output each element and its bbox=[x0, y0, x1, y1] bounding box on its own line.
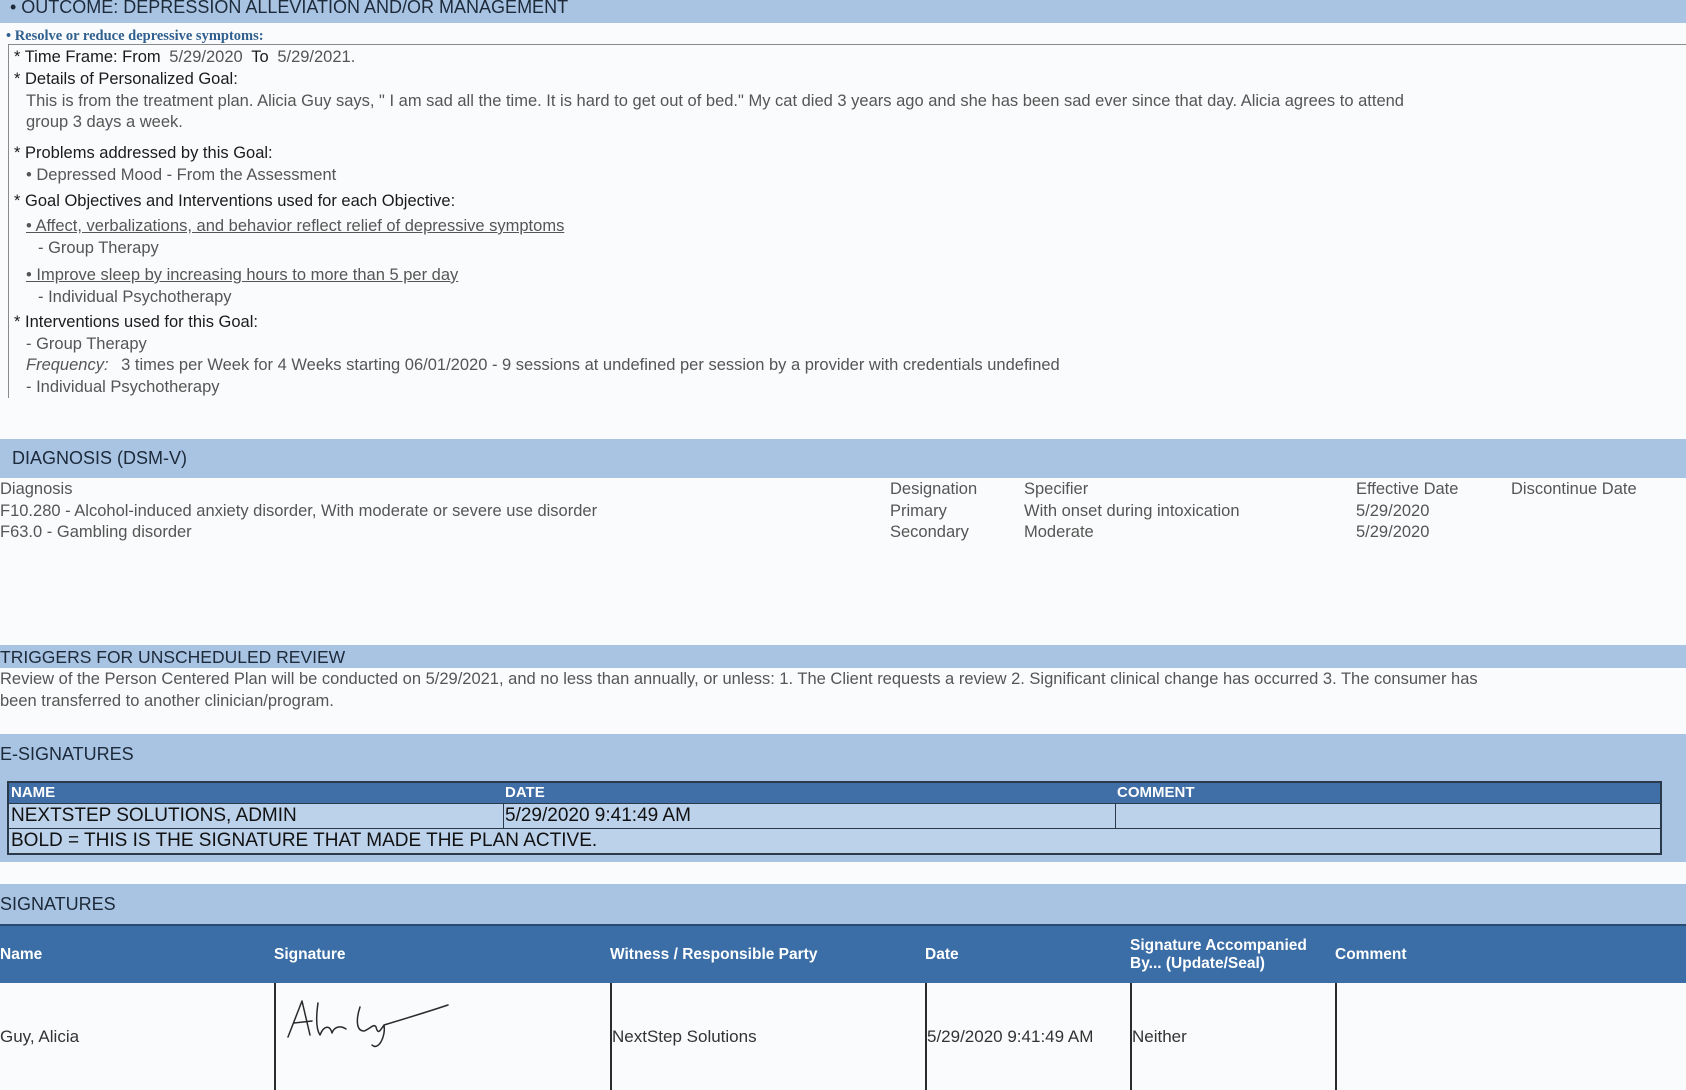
intervention-item: - Group Therapy bbox=[26, 335, 147, 353]
diagnosis-header-band: DIAGNOSIS (DSM-V) bbox=[0, 439, 1686, 478]
signatures-header: SIGNATURES bbox=[0, 894, 116, 914]
outcome-header: • OUTCOME: DEPRESSION ALLEVIATION AND/OR… bbox=[10, 0, 569, 17]
diagnosis-col-header: Diagnosis bbox=[0, 480, 73, 498]
sig-witness-cell: NextStep Solutions bbox=[612, 1026, 757, 1046]
signatures-header-band: SIGNATURES bbox=[0, 884, 1686, 924]
outcome-header-band: • OUTCOME: DEPRESSION ALLEVIATION AND/OR… bbox=[0, 0, 1686, 23]
signatures-table-header: Name Signature Witness / Responsible Par… bbox=[0, 924, 1686, 983]
frequency-text: 3 times per Week for 4 Weeks starting 06… bbox=[121, 356, 1060, 374]
diagnosis-header: DIAGNOSIS (DSM-V) bbox=[12, 448, 188, 468]
time-frame-to-label: To bbox=[251, 48, 269, 66]
table-row: NEXTSTEP SOLUTIONS, ADMIN 5/29/2020 9:41… bbox=[9, 804, 1660, 829]
objective-link[interactable]: • Improve sleep by increasing hours to m… bbox=[26, 266, 458, 285]
time-frame-from: 5/29/2020 bbox=[169, 48, 243, 66]
specifier-cell: With onset during intoxication bbox=[1024, 502, 1240, 520]
sig-comment-col-header: Comment bbox=[1335, 945, 1407, 963]
sig-signature-col-header: Signature bbox=[274, 945, 346, 963]
specifier-cell: Moderate bbox=[1024, 523, 1094, 541]
sig-name-col-header: Name bbox=[0, 945, 43, 963]
triggers-header: TRIGGERS FOR UNSCHEDULED REVIEW bbox=[0, 647, 346, 667]
sig-name-cell: Guy, Alicia bbox=[0, 1026, 80, 1046]
diagnosis-cell: F10.280 - Alcohol-induced anxiety disord… bbox=[0, 502, 598, 520]
time-frame-from-label: * Time Frame: From bbox=[14, 48, 161, 66]
time-frame-to: 5/29/2021. bbox=[277, 48, 356, 66]
date-col-header: DATE bbox=[505, 784, 545, 801]
esignatures-header-row: NAME DATE COMMENT bbox=[9, 783, 1660, 804]
triggers-text-1: Review of the Person Centered Plan will … bbox=[0, 670, 1478, 688]
esig-note: BOLD = THIS IS THE SIGNATURE THAT MADE T… bbox=[11, 830, 598, 851]
effective-date-col-header: Effective Date bbox=[1356, 480, 1459, 498]
outcome-goal-line: • Resolve or reduce depressive symptoms: bbox=[6, 28, 264, 44]
esig-name-cell: NEXTSTEP SOLUTIONS, ADMIN bbox=[11, 805, 297, 826]
designation-col-header: Designation bbox=[890, 480, 978, 498]
designation-cell: Primary bbox=[890, 502, 947, 520]
triggers-text-2: been transferred to another clinician/pr… bbox=[0, 692, 334, 710]
designation-cell: Secondary bbox=[890, 523, 969, 541]
sig-accompanied-col-header: Signature Accompanied By... (Update/Seal… bbox=[1130, 936, 1307, 972]
diagnosis-cell: F63.0 - Gambling disorder bbox=[0, 523, 192, 541]
triggers-header-band: TRIGGERS FOR UNSCHEDULED REVIEW bbox=[0, 645, 1686, 668]
frequency-label: Frequency: bbox=[26, 356, 109, 374]
table-row: Guy, Alicia NextStep Solutions 5/29/2020… bbox=[0, 983, 1686, 1090]
esig-comment-cell bbox=[1115, 804, 1117, 828]
column-divider bbox=[274, 983, 276, 1090]
details-text-1: This is from the treatment plan. Alicia … bbox=[26, 92, 1404, 110]
objectives-label: * Goal Objectives and Interventions used… bbox=[14, 192, 456, 210]
name-col-header: NAME bbox=[11, 784, 56, 801]
time-frame: * Time Frame: From 5/29/2020 To 5/29/202… bbox=[14, 48, 355, 67]
objective-intervention: - Individual Psychotherapy bbox=[38, 288, 232, 306]
discontinue-date-col-header: Discontinue Date bbox=[1511, 480, 1637, 498]
interventions-label: * Interventions used for this Goal: bbox=[14, 313, 258, 331]
problem-item: • Depressed Mood - From the Assessment bbox=[26, 166, 337, 184]
handwritten-signature bbox=[287, 1000, 449, 1048]
problems-label: * Problems addressed by this Goal: bbox=[14, 144, 273, 162]
column-divider bbox=[1335, 983, 1337, 1090]
effective-date-cell: 5/29/2020 bbox=[1356, 523, 1430, 541]
sig-accompanied-cell: Neither bbox=[1132, 1026, 1187, 1046]
esignatures-table: NAME DATE COMMENT NEXTSTEP SOLUTIONS, AD… bbox=[7, 781, 1662, 855]
intervention-item: - Individual Psychotherapy bbox=[26, 378, 220, 396]
objective-intervention: - Group Therapy bbox=[38, 239, 159, 257]
comment-col-header: COMMENT bbox=[1117, 784, 1195, 801]
sig-date-cell: 5/29/2020 9:41:49 AM bbox=[927, 1026, 1094, 1046]
sig-date-col-header: Date bbox=[925, 945, 959, 963]
details-text-2: group 3 days a week. bbox=[26, 113, 183, 131]
details-label: * Details of Personalized Goal: bbox=[14, 70, 238, 88]
esig-date-cell: 5/29/2020 9:41:49 AM bbox=[505, 805, 691, 826]
esignatures-header: E-SIGNATURES bbox=[0, 744, 134, 764]
esig-note-row: BOLD = THIS IS THE SIGNATURE THAT MADE T… bbox=[9, 829, 1660, 853]
sig-witness-col-header: Witness / Responsible Party bbox=[610, 945, 818, 963]
frequency-line: Frequency: 3 times per Week for 4 Weeks … bbox=[26, 356, 1060, 375]
effective-date-cell: 5/29/2020 bbox=[1356, 502, 1430, 520]
specifier-col-header: Specifier bbox=[1024, 480, 1089, 498]
objective-link[interactable]: • Affect, verbalizations, and behavior r… bbox=[26, 217, 564, 236]
